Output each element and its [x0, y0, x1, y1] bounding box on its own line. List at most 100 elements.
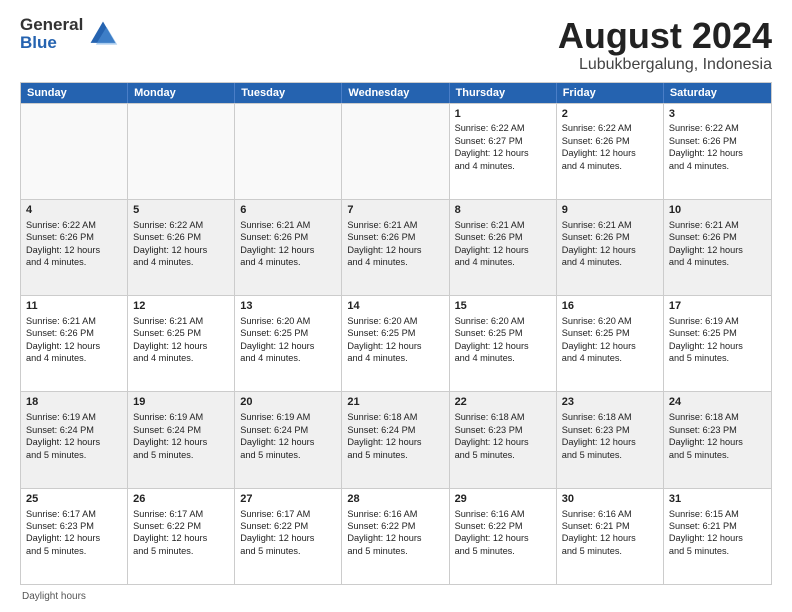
day-info: Sunrise: 6:21 AM Sunset: 6:26 PM Dayligh…	[347, 219, 443, 269]
day-number: 17	[669, 299, 766, 314]
calendar-cell: 3Sunrise: 6:22 AM Sunset: 6:26 PM Daylig…	[664, 104, 771, 199]
day-info: Sunrise: 6:18 AM Sunset: 6:24 PM Dayligh…	[347, 411, 443, 461]
calendar-body: 1Sunrise: 6:22 AM Sunset: 6:27 PM Daylig…	[21, 103, 771, 584]
calendar-week-2: 4Sunrise: 6:22 AM Sunset: 6:26 PM Daylig…	[21, 199, 771, 295]
calendar-cell	[342, 104, 449, 199]
footer: Daylight hours	[20, 591, 772, 602]
day-number: 24	[669, 395, 766, 410]
calendar-cell: 19Sunrise: 6:19 AM Sunset: 6:24 PM Dayli…	[128, 392, 235, 487]
day-info: Sunrise: 6:21 AM Sunset: 6:26 PM Dayligh…	[455, 219, 551, 269]
day-info: Sunrise: 6:21 AM Sunset: 6:26 PM Dayligh…	[562, 219, 658, 269]
day-info: Sunrise: 6:22 AM Sunset: 6:26 PM Dayligh…	[26, 219, 122, 269]
calendar-cell: 14Sunrise: 6:20 AM Sunset: 6:25 PM Dayli…	[342, 296, 449, 391]
day-number: 29	[455, 492, 551, 507]
calendar-cell: 13Sunrise: 6:20 AM Sunset: 6:25 PM Dayli…	[235, 296, 342, 391]
day-info: Sunrise: 6:18 AM Sunset: 6:23 PM Dayligh…	[669, 411, 766, 461]
day-info: Sunrise: 6:21 AM Sunset: 6:25 PM Dayligh…	[133, 315, 229, 365]
day-number: 4	[26, 203, 122, 218]
day-info: Sunrise: 6:20 AM Sunset: 6:25 PM Dayligh…	[347, 315, 443, 365]
header-thursday: Thursday	[450, 83, 557, 103]
calendar-cell: 27Sunrise: 6:17 AM Sunset: 6:22 PM Dayli…	[235, 489, 342, 584]
day-number: 27	[240, 492, 336, 507]
day-number: 18	[26, 395, 122, 410]
day-info: Sunrise: 6:19 AM Sunset: 6:24 PM Dayligh…	[133, 411, 229, 461]
calendar-cell: 10Sunrise: 6:21 AM Sunset: 6:26 PM Dayli…	[664, 200, 771, 295]
calendar-cell: 28Sunrise: 6:16 AM Sunset: 6:22 PM Dayli…	[342, 489, 449, 584]
calendar-cell: 26Sunrise: 6:17 AM Sunset: 6:22 PM Dayli…	[128, 489, 235, 584]
day-info: Sunrise: 6:20 AM Sunset: 6:25 PM Dayligh…	[240, 315, 336, 365]
calendar-cell: 5Sunrise: 6:22 AM Sunset: 6:26 PM Daylig…	[128, 200, 235, 295]
day-info: Sunrise: 6:19 AM Sunset: 6:24 PM Dayligh…	[240, 411, 336, 461]
day-number: 8	[455, 203, 551, 218]
calendar-cell: 23Sunrise: 6:18 AM Sunset: 6:23 PM Dayli…	[557, 392, 664, 487]
calendar-cell: 4Sunrise: 6:22 AM Sunset: 6:26 PM Daylig…	[21, 200, 128, 295]
day-info: Sunrise: 6:21 AM Sunset: 6:26 PM Dayligh…	[240, 219, 336, 269]
calendar-cell: 17Sunrise: 6:19 AM Sunset: 6:25 PM Dayli…	[664, 296, 771, 391]
logo-line1: General	[20, 16, 83, 34]
logo: General Blue	[20, 16, 119, 52]
day-info: Sunrise: 6:21 AM Sunset: 6:26 PM Dayligh…	[26, 315, 122, 365]
day-number: 12	[133, 299, 229, 314]
day-info: Sunrise: 6:18 AM Sunset: 6:23 PM Dayligh…	[562, 411, 658, 461]
day-number: 3	[669, 107, 766, 122]
header-monday: Monday	[128, 83, 235, 103]
calendar-cell: 2Sunrise: 6:22 AM Sunset: 6:26 PM Daylig…	[557, 104, 664, 199]
calendar-cell: 9Sunrise: 6:21 AM Sunset: 6:26 PM Daylig…	[557, 200, 664, 295]
calendar-cell	[128, 104, 235, 199]
calendar-cell: 12Sunrise: 6:21 AM Sunset: 6:25 PM Dayli…	[128, 296, 235, 391]
day-number: 21	[347, 395, 443, 410]
calendar-cell: 16Sunrise: 6:20 AM Sunset: 6:25 PM Dayli…	[557, 296, 664, 391]
day-info: Sunrise: 6:17 AM Sunset: 6:22 PM Dayligh…	[133, 508, 229, 558]
day-number: 1	[455, 107, 551, 122]
calendar-cell: 22Sunrise: 6:18 AM Sunset: 6:23 PM Dayli…	[450, 392, 557, 487]
page: General Blue August 2024 Lubukbergalung,…	[0, 0, 792, 612]
calendar-cell: 11Sunrise: 6:21 AM Sunset: 6:26 PM Dayli…	[21, 296, 128, 391]
day-number: 14	[347, 299, 443, 314]
calendar-cell: 25Sunrise: 6:17 AM Sunset: 6:23 PM Dayli…	[21, 489, 128, 584]
day-info: Sunrise: 6:18 AM Sunset: 6:23 PM Dayligh…	[455, 411, 551, 461]
day-number: 6	[240, 203, 336, 218]
calendar-cell: 24Sunrise: 6:18 AM Sunset: 6:23 PM Dayli…	[664, 392, 771, 487]
day-info: Sunrise: 6:17 AM Sunset: 6:23 PM Dayligh…	[26, 508, 122, 558]
day-number: 9	[562, 203, 658, 218]
header: General Blue August 2024 Lubukbergalung,…	[20, 16, 772, 74]
day-number: 15	[455, 299, 551, 314]
calendar-cell: 15Sunrise: 6:20 AM Sunset: 6:25 PM Dayli…	[450, 296, 557, 391]
day-number: 2	[562, 107, 658, 122]
day-number: 20	[240, 395, 336, 410]
calendar-cell: 8Sunrise: 6:21 AM Sunset: 6:26 PM Daylig…	[450, 200, 557, 295]
day-number: 5	[133, 203, 229, 218]
logo-icon	[87, 18, 119, 50]
header-saturday: Saturday	[664, 83, 771, 103]
day-number: 26	[133, 492, 229, 507]
day-number: 28	[347, 492, 443, 507]
calendar-week-5: 25Sunrise: 6:17 AM Sunset: 6:23 PM Dayli…	[21, 488, 771, 584]
day-info: Sunrise: 6:19 AM Sunset: 6:25 PM Dayligh…	[669, 315, 766, 365]
calendar-week-1: 1Sunrise: 6:22 AM Sunset: 6:27 PM Daylig…	[21, 103, 771, 199]
calendar-cell: 31Sunrise: 6:15 AM Sunset: 6:21 PM Dayli…	[664, 489, 771, 584]
day-number: 23	[562, 395, 658, 410]
calendar: Sunday Monday Tuesday Wednesday Thursday…	[20, 82, 772, 585]
day-info: Sunrise: 6:20 AM Sunset: 6:25 PM Dayligh…	[455, 315, 551, 365]
day-info: Sunrise: 6:17 AM Sunset: 6:22 PM Dayligh…	[240, 508, 336, 558]
title-block: August 2024 Lubukbergalung, Indonesia	[558, 16, 772, 74]
day-info: Sunrise: 6:22 AM Sunset: 6:26 PM Dayligh…	[133, 219, 229, 269]
calendar-cell: 1Sunrise: 6:22 AM Sunset: 6:27 PM Daylig…	[450, 104, 557, 199]
calendar-cell: 30Sunrise: 6:16 AM Sunset: 6:21 PM Dayli…	[557, 489, 664, 584]
calendar-header: Sunday Monday Tuesday Wednesday Thursday…	[21, 83, 771, 103]
calendar-cell: 18Sunrise: 6:19 AM Sunset: 6:24 PM Dayli…	[21, 392, 128, 487]
calendar-cell: 7Sunrise: 6:21 AM Sunset: 6:26 PM Daylig…	[342, 200, 449, 295]
day-info: Sunrise: 6:20 AM Sunset: 6:25 PM Dayligh…	[562, 315, 658, 365]
header-wednesday: Wednesday	[342, 83, 449, 103]
day-info: Sunrise: 6:22 AM Sunset: 6:26 PM Dayligh…	[562, 122, 658, 172]
day-number: 10	[669, 203, 766, 218]
day-info: Sunrise: 6:16 AM Sunset: 6:21 PM Dayligh…	[562, 508, 658, 558]
header-sunday: Sunday	[21, 83, 128, 103]
sub-title: Lubukbergalung, Indonesia	[558, 56, 772, 74]
day-number: 16	[562, 299, 658, 314]
calendar-cell: 21Sunrise: 6:18 AM Sunset: 6:24 PM Dayli…	[342, 392, 449, 487]
day-info: Sunrise: 6:22 AM Sunset: 6:27 PM Dayligh…	[455, 122, 551, 172]
day-number: 31	[669, 492, 766, 507]
calendar-cell: 20Sunrise: 6:19 AM Sunset: 6:24 PM Dayli…	[235, 392, 342, 487]
day-info: Sunrise: 6:15 AM Sunset: 6:21 PM Dayligh…	[669, 508, 766, 558]
